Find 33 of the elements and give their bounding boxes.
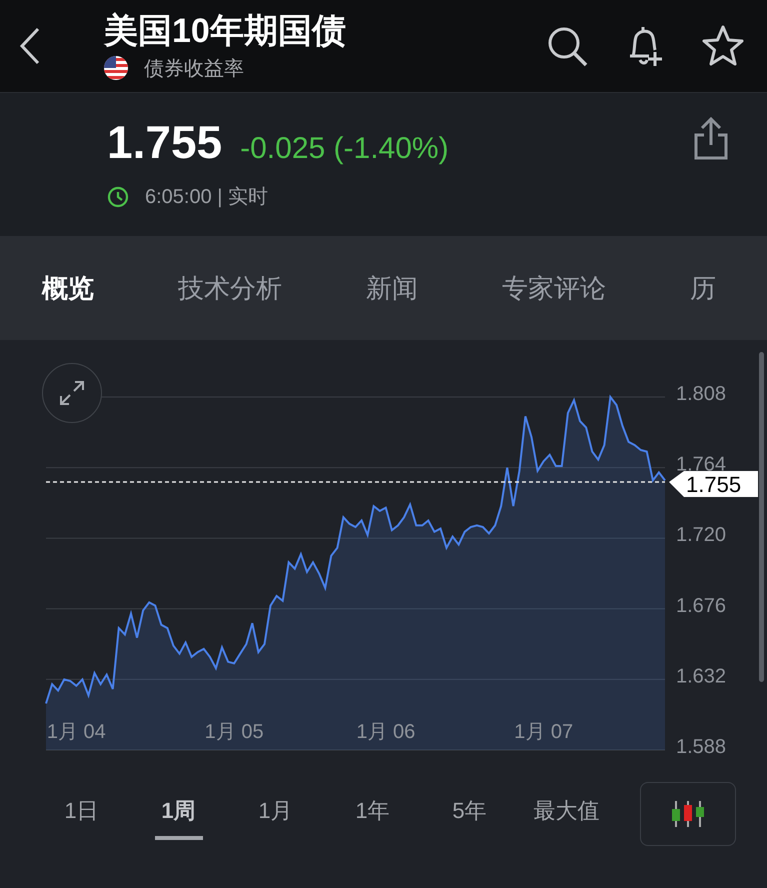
range-tab[interactable]: 1年 bbox=[324, 786, 421, 842]
back-icon[interactable] bbox=[18, 26, 42, 66]
star-icon[interactable] bbox=[701, 24, 745, 68]
axis-label: 1.808 bbox=[676, 383, 726, 405]
axis-label: 1月 06 bbox=[356, 721, 416, 743]
axis-label: 1月 05 bbox=[204, 721, 264, 743]
axis-label: 1.632 bbox=[676, 665, 726, 688]
tab[interactable]: 概览 bbox=[42, 270, 94, 306]
price-tag: 1.755 bbox=[669, 471, 758, 498]
range-tab[interactable]: 5年 bbox=[421, 786, 518, 842]
subtitle: 债券收益率 bbox=[144, 56, 244, 82]
axis-label: 1.588 bbox=[676, 736, 726, 758]
price-change: -0.025 (-1.40%) bbox=[240, 132, 449, 166]
range-tab[interactable]: 最大值 bbox=[518, 786, 615, 842]
expand-icon bbox=[57, 378, 87, 408]
page-title: 美国10年期国债 bbox=[104, 10, 347, 50]
tab[interactable]: 新闻 bbox=[366, 270, 418, 306]
flag-icon bbox=[104, 56, 128, 80]
range-tab[interactable]: 1月 bbox=[227, 786, 324, 842]
candlestick-button[interactable] bbox=[640, 782, 736, 846]
range-tab[interactable]: 1周 bbox=[130, 786, 227, 842]
tab[interactable]: 技术分析 bbox=[178, 270, 282, 306]
axis-label: 1.720 bbox=[676, 524, 726, 546]
axis-label: 1.676 bbox=[676, 594, 726, 617]
update-time: 6:05:00 | 实时 bbox=[145, 185, 268, 210]
range-tab[interactable]: 1日 bbox=[33, 786, 130, 842]
share-icon[interactable] bbox=[693, 117, 729, 161]
tab[interactable]: 历 bbox=[690, 270, 716, 306]
tab[interactable]: 专家评论 bbox=[502, 270, 606, 306]
clock-icon bbox=[107, 186, 129, 208]
axis-label: 1月 04 bbox=[46, 721, 106, 743]
price: 1.755 bbox=[107, 115, 222, 169]
axis-label: 1月 07 bbox=[514, 721, 574, 743]
